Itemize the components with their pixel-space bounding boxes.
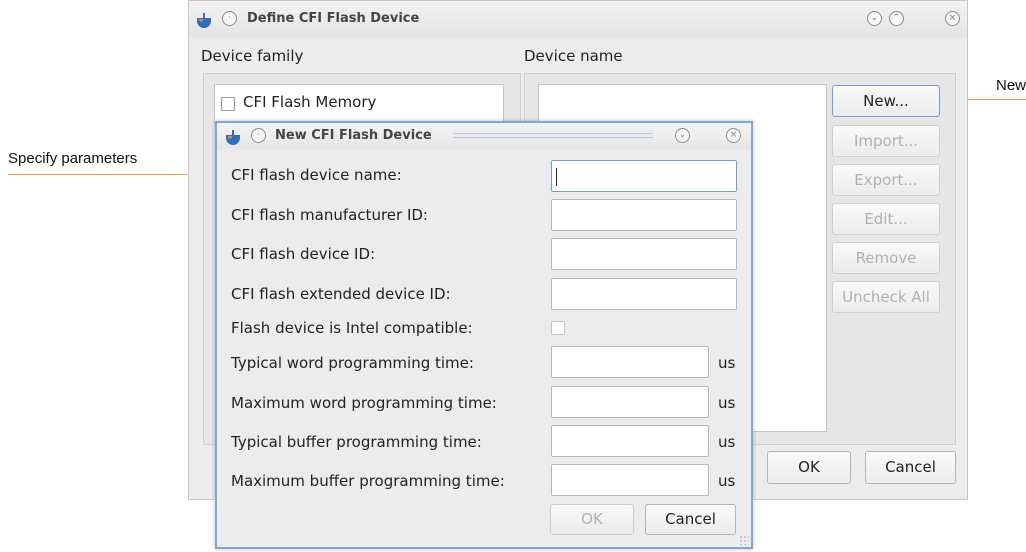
extended-device-id-label: CFI flash extended device ID:: [231, 285, 451, 303]
device-name-field-label: CFI flash device name:: [231, 166, 402, 184]
maximum-word-time-label: Maximum word programming time:: [231, 394, 497, 412]
inner-title-bar[interactable]: · New CFI Flash Device ⌄ ×: [217, 123, 751, 149]
export-button[interactable]: Export...: [832, 164, 940, 196]
manufacturer-id-input[interactable]: [551, 199, 737, 231]
intel-compatible-checkbox[interactable]: [551, 321, 565, 335]
maximum-word-time-unit: us: [718, 394, 736, 412]
inner-dialog-title: New CFI Flash Device: [275, 128, 432, 143]
text-caret: [556, 168, 557, 186]
import-button[interactable]: Import...: [832, 125, 940, 157]
device-family-label: Device family: [201, 47, 304, 65]
intel-compatible-label: Flash device is Intel compatible:: [231, 319, 473, 337]
new-button[interactable]: New...: [832, 85, 940, 117]
inner-cancel-button[interactable]: Cancel: [645, 504, 736, 535]
outer-cancel-button[interactable]: Cancel: [865, 451, 956, 484]
inner-ok-button[interactable]: OK: [550, 504, 634, 535]
maximum-buffer-time-input[interactable]: [551, 464, 709, 496]
device-name-label: Device name: [524, 47, 623, 65]
device-id-label: CFI flash device ID:: [231, 245, 376, 263]
window-menu-icon[interactable]: ·: [251, 128, 266, 143]
typical-word-time-input[interactable]: [551, 346, 709, 378]
maximum-buffer-time-unit: us: [718, 472, 736, 490]
annotation-specify-parameters: Specify parameters: [8, 150, 138, 167]
extended-device-id-input[interactable]: [551, 278, 737, 310]
outer-title-bar[interactable]: · Define CFI Flash Device ⌄ ⌃ ×: [189, 1, 967, 37]
uncheck-all-button[interactable]: Uncheck All: [832, 281, 940, 313]
annotation-new: New: [996, 77, 1026, 94]
typical-word-time-unit: us: [718, 354, 736, 372]
resize-grip[interactable]: [739, 535, 749, 545]
device-name-input[interactable]: [551, 160, 737, 192]
minimize-icon[interactable]: ⌄: [867, 11, 882, 26]
title-decoration: [453, 133, 653, 138]
edit-button[interactable]: Edit...: [832, 203, 940, 235]
app-logo-icon: [226, 130, 240, 145]
manufacturer-id-label: CFI flash manufacturer ID:: [231, 206, 428, 224]
device-id-input[interactable]: [551, 238, 737, 270]
new-cfi-flash-device-dialog: · New CFI Flash Device ⌄ × CFI flash dev…: [215, 121, 753, 549]
app-logo-icon: [197, 13, 211, 28]
typical-buffer-time-unit: us: [718, 433, 736, 451]
family-item-label: CFI Flash Memory: [243, 93, 377, 111]
minimize-icon[interactable]: ⌄: [675, 128, 690, 143]
maximum-buffer-time-label: Maximum buffer programming time:: [231, 472, 505, 490]
maximum-word-time-input[interactable]: [551, 386, 709, 418]
window-menu-icon[interactable]: ·: [222, 11, 237, 26]
outer-ok-button[interactable]: OK: [767, 451, 851, 484]
typical-buffer-time-label: Typical buffer programming time:: [231, 433, 482, 451]
maximize-icon[interactable]: ⌃: [889, 11, 904, 26]
close-icon[interactable]: ×: [945, 11, 960, 26]
remove-button[interactable]: Remove: [832, 242, 940, 274]
family-item-checkbox[interactable]: [221, 97, 235, 111]
device-family-list[interactable]: CFI Flash Memory: [214, 84, 504, 124]
typical-word-time-label: Typical word programming time:: [231, 354, 474, 372]
annotation-left-line: [8, 174, 206, 175]
list-item[interactable]: CFI Flash Memory: [221, 93, 491, 115]
typical-buffer-time-input[interactable]: [551, 425, 709, 457]
outer-dialog-title: Define CFI Flash Device: [247, 11, 420, 26]
close-icon[interactable]: ×: [726, 128, 741, 143]
